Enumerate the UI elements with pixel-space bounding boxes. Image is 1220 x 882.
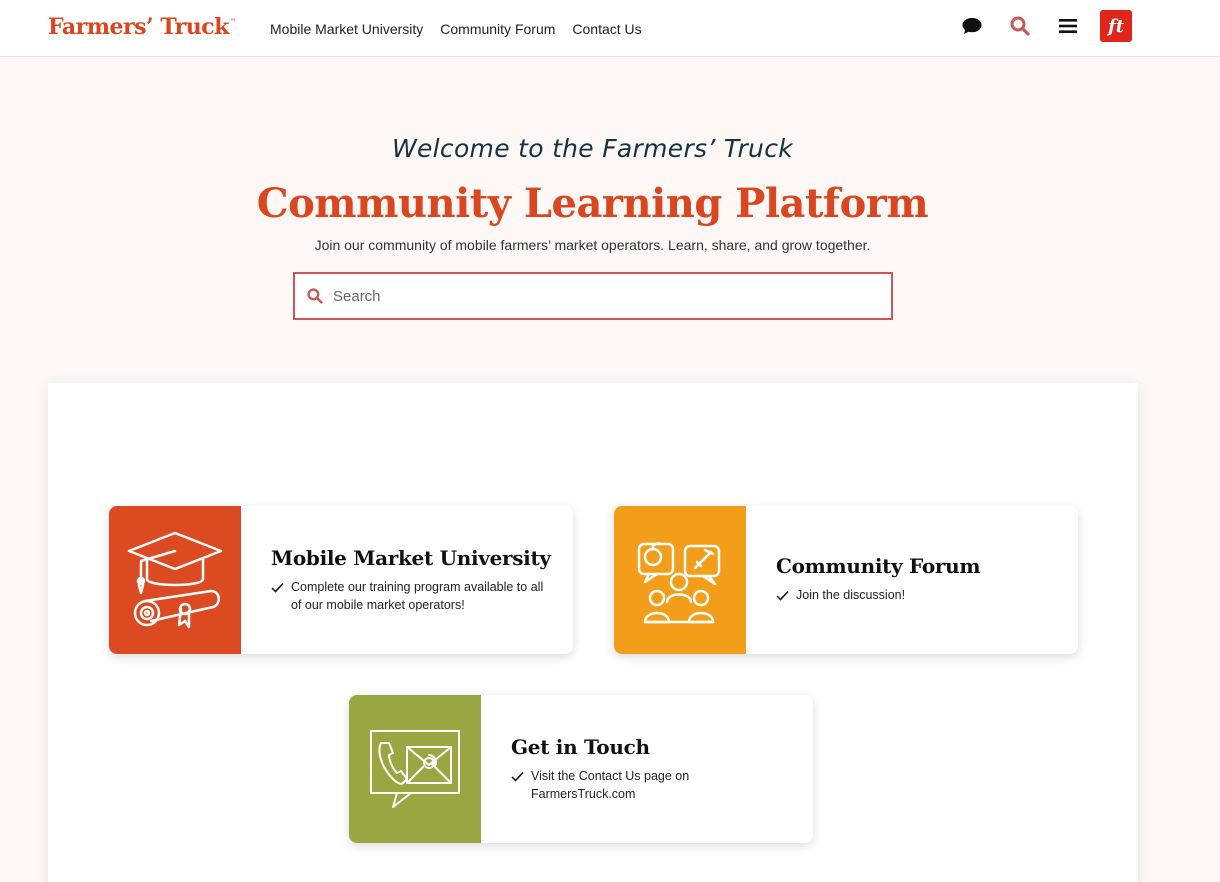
community-discussion-icon	[614, 506, 746, 654]
card-text: Visit the Contact Us page on FarmersTruc…	[531, 769, 690, 801]
top-header: Farmers’ Truck™ Mobile Market University…	[0, 0, 1220, 57]
main-nav: Mobile Market University Community Forum…	[270, 21, 642, 37]
chat-icon[interactable]	[956, 10, 988, 42]
graduation-cap-diploma-icon	[109, 506, 241, 654]
page-title: Community Learning Platform	[256, 180, 929, 227]
ft-badge-text: ft	[1107, 15, 1125, 37]
card-community-forum[interactable]: Community Forum Join the discussion!	[614, 506, 1078, 654]
check-icon	[511, 767, 531, 787]
card-title: Community Forum	[776, 554, 981, 578]
card-mobile-market-university[interactable]: Mobile Market University Complete our tr…	[109, 506, 573, 654]
menu-icon[interactable]	[1052, 10, 1084, 42]
card-text: Join the discussion!	[796, 588, 906, 602]
check-icon	[271, 578, 291, 598]
card-text: Complete our training program available …	[291, 580, 544, 612]
ft-badge[interactable]: ft	[1100, 10, 1132, 42]
welcome-heading: Welcome to the Farmers’ Truck	[391, 134, 794, 163]
card-body: Community Forum Join the discussion!	[776, 506, 1058, 654]
card-get-in-touch[interactable]: Get in Touch Visit the Contact Us page o…	[349, 695, 813, 843]
card-body: Get in Touch Visit the Contact Us page o…	[511, 695, 793, 843]
header-actions: ft	[940, 10, 1132, 42]
card-item: Visit the Contact Us page on FarmersTruc…	[511, 767, 793, 803]
site-logo[interactable]: Farmers’ Truck™	[48, 14, 236, 40]
card-body: Mobile Market University Complete our tr…	[271, 506, 553, 654]
card-title: Get in Touch	[511, 735, 650, 759]
search-box	[293, 272, 893, 320]
content-panel: Mobile Market University Complete our tr…	[48, 383, 1138, 882]
card-title: Mobile Market University	[271, 546, 551, 570]
card-item: Join the discussion!	[776, 586, 1058, 606]
nav-contact-us[interactable]: Contact Us	[572, 21, 641, 37]
search-icon	[297, 288, 333, 304]
page-subtitle: Join our community of mobile farmers’ ma…	[314, 237, 871, 253]
phone-mail-icon	[349, 695, 481, 843]
nav-mobile-market-university[interactable]: Mobile Market University	[270, 21, 423, 37]
card-item: Complete our training program available …	[271, 578, 553, 614]
check-icon	[776, 586, 796, 606]
nav-community-forum[interactable]: Community Forum	[440, 21, 555, 37]
search-input[interactable]	[333, 276, 873, 316]
search-icon[interactable]	[1004, 10, 1036, 42]
